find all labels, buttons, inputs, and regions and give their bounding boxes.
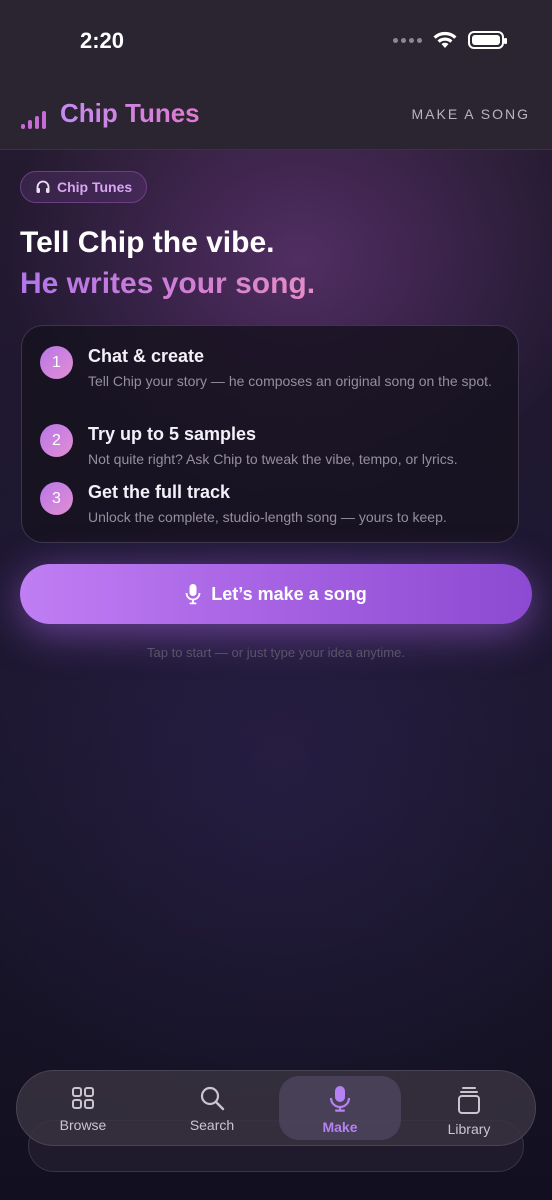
step-description: Unlock the complete, studio-length song … [88, 509, 447, 525]
tab-label: Search [189, 1117, 235, 1133]
signal-dots-icon [393, 37, 422, 43]
step-number-badge: 1 [40, 346, 73, 379]
mic-icon [329, 1086, 351, 1112]
status-time: 2:20 [80, 28, 125, 53]
steps-card: 1 Chat & create Tell Chip your story — h… [21, 325, 519, 543]
headline: Tell Chip the vibe. [20, 226, 275, 259]
equalizer-logo-icon [21, 109, 46, 129]
stack-icon [458, 1087, 480, 1114]
pill-label: Chip Tunes [57, 179, 133, 195]
step-title: Chat & create [88, 346, 205, 366]
wifi-icon [433, 31, 457, 48]
make-a-song-link[interactable]: MAKE A SONG [412, 106, 530, 122]
step-title: Try up to 5 samples [88, 424, 257, 444]
step-description: Tell Chip your story — he composes an or… [88, 373, 492, 389]
brand-pill: Chip Tunes [20, 171, 148, 203]
step-number-badge: 2 [40, 424, 73, 457]
step-number-badge: 3 [40, 482, 73, 515]
tab-search[interactable]: Search [152, 1071, 272, 1147]
search-icon [200, 1086, 225, 1111]
status-icons [393, 30, 507, 50]
subheadline: He writes your song. [20, 267, 316, 300]
tab-label: Library [447, 1121, 491, 1137]
step-description: Not quite right? Ask Chip to tweak the v… [88, 451, 458, 467]
make-song-button-label: Let’s make a song [211, 583, 367, 604]
mic-icon [185, 584, 201, 605]
tab-library[interactable]: Library [409, 1071, 529, 1147]
screen: 2:20 Chip Tunes MAKE A SONG Chip Tunes T… [0, 0, 552, 1200]
tab-browse[interactable]: Browse [23, 1071, 143, 1147]
tab-label: Make [322, 1119, 358, 1135]
grid-icon [72, 1087, 94, 1109]
make-song-button[interactable]: Let’s make a song [20, 564, 532, 624]
status-bar: 2:20 [0, 0, 552, 84]
step-title: Get the full track [88, 482, 231, 502]
app-title: Chip Tunes [60, 98, 200, 128]
tab-label: Browse [59, 1117, 107, 1133]
headphones-icon [36, 180, 50, 193]
tab-bar: Browse Search Make Library [16, 1070, 536, 1146]
tab-make[interactable]: Make [280, 1071, 400, 1147]
battery-icon [468, 31, 507, 49]
hint-text: Tap to start — or just type your idea an… [147, 645, 405, 660]
